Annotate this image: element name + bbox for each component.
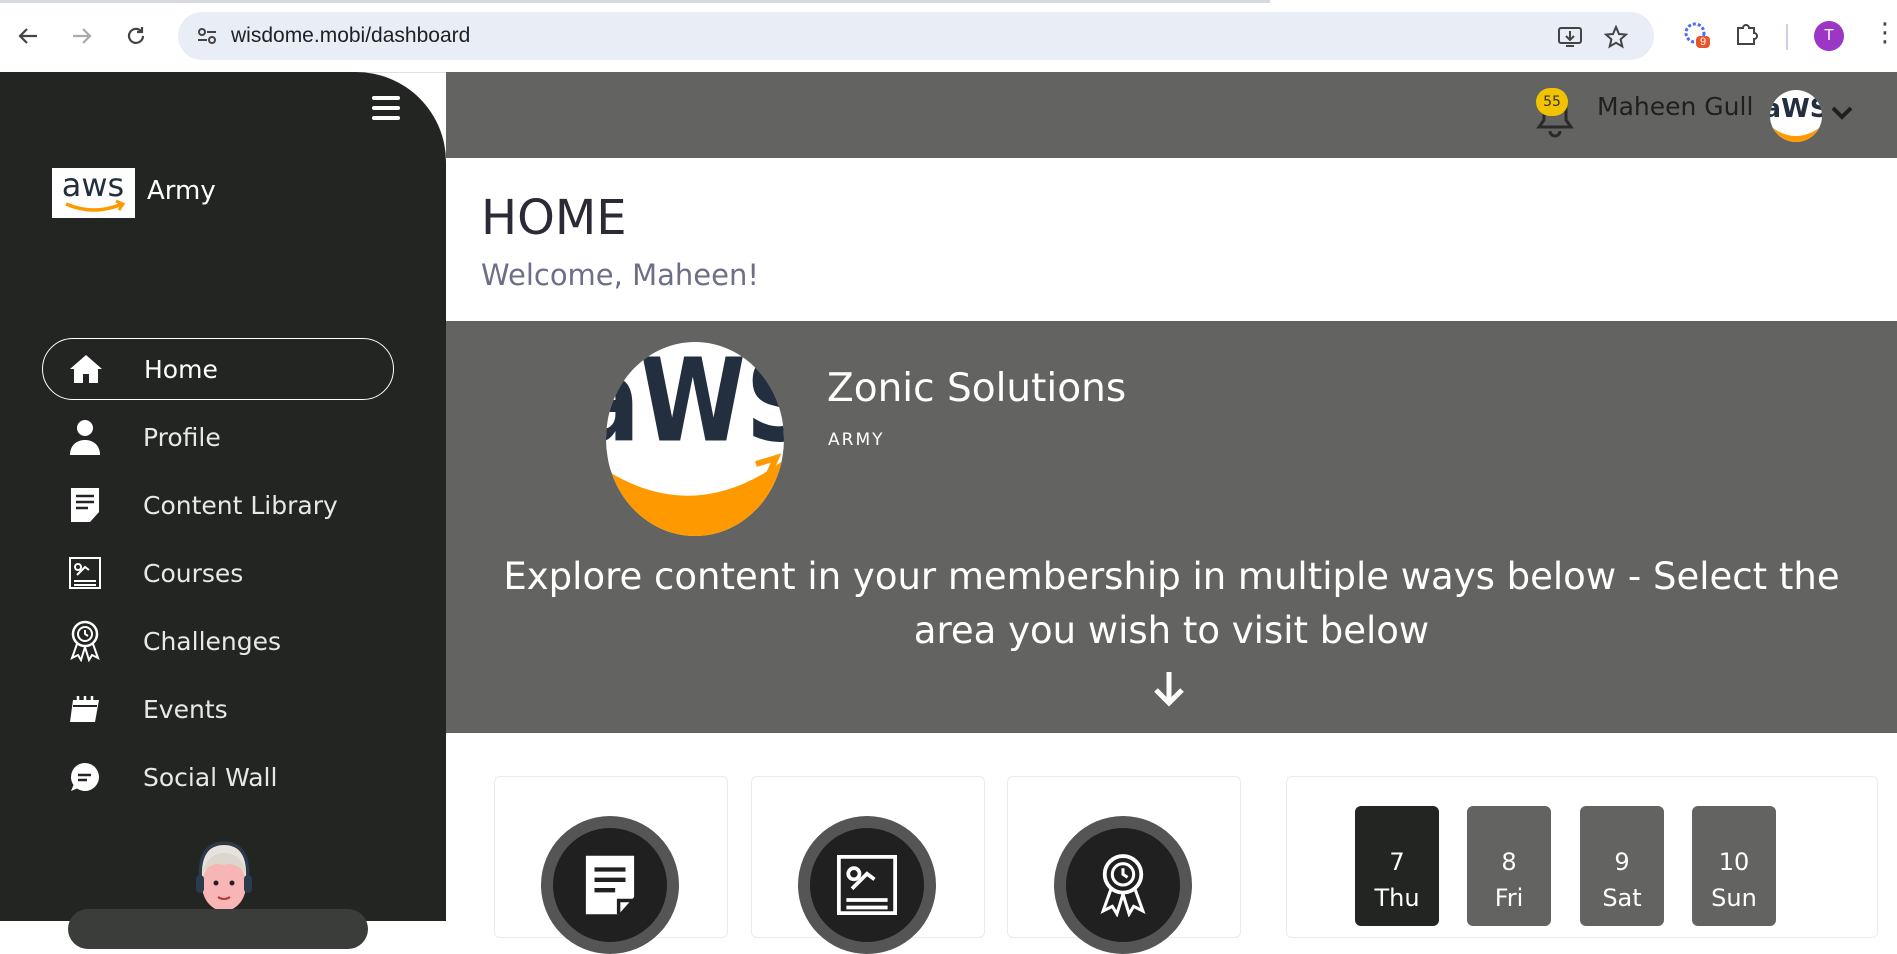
user-name[interactable]: Maheen Gull [1597,92,1753,121]
sidebar-item-label: Profile [143,422,221,452]
notification-badge: 55 [1536,88,1568,116]
sidebar-item-label: Events [143,694,228,724]
chat-bubble-icon [68,760,102,794]
welcome-text: Welcome, Maheen! [481,258,759,292]
svg-text:aws: aws [62,168,124,204]
hamburger-menu-icon[interactable] [372,96,400,120]
sidebar-item-label: Content Library [143,490,338,520]
card-icon-circle [541,816,679,954]
sidebar-item-events[interactable]: Events [42,678,394,740]
sidebar-item-label: Challenges [143,626,282,656]
arrow-right-icon [73,28,92,44]
sidebar-item-social-wall[interactable]: Social Wall [42,746,394,808]
sidebar-item-courses[interactable]: Courses [42,542,394,604]
extensions-puzzle-icon[interactable] [1733,20,1763,50]
arrow-down-icon [1154,672,1184,707]
browser-toolbar: wisdome.mobi/dashboard 9 T ⋮ [0,0,1897,73]
assistant-chat-pill[interactable] [68,909,368,949]
day-name: Sat [1602,884,1642,912]
calendar-icon [68,692,102,726]
sidebar-item-home[interactable]: Home [42,338,394,400]
chevron-down-icon[interactable] [1830,104,1854,122]
sidebar-menu: Home Profile Content Library Courses Cha… [42,338,394,814]
card-icon-circle [798,816,936,954]
toolbar-separator [1786,24,1788,50]
sidebar-item-label: Courses [143,558,244,588]
extension-icon[interactable]: 9 [1682,20,1712,50]
brand-logo[interactable]: aws [52,166,135,218]
reload-button[interactable] [118,18,154,54]
home-icon [69,352,103,386]
card-icon-circle [1054,816,1192,954]
calendar-day[interactable]: 8 Fri [1467,806,1551,926]
install-app-icon[interactable] [1557,24,1583,50]
award-ribbon-icon [1100,854,1146,917]
organization-subtitle: ARMY [828,430,885,450]
sidebar-item-profile[interactable]: Profile [42,406,394,468]
day-name: Sun [1711,884,1757,912]
courses-card[interactable] [751,776,985,954]
reload-icon [127,27,145,44]
sidebar-item-content-library[interactable]: Content Library [42,474,394,536]
page-title: HOME [481,190,627,246]
extension-badge: 9 [1696,36,1711,48]
user-icon [68,420,102,455]
calendar-day[interactable]: 9 Sat [1580,806,1664,926]
award-ribbon-icon [68,620,102,662]
day-name: Fri [1494,884,1524,912]
content-library-card[interactable] [494,776,728,954]
bookmark-star-icon[interactable] [1603,24,1629,50]
explore-instructions: Explore content in your membership in mu… [503,555,1840,652]
browser-profile-avatar[interactable]: T [1814,21,1844,51]
day-number: 8 [1501,848,1517,876]
organization-logo: aWS [606,342,784,536]
url-text[interactable]: wisdome.mobi/dashboard [231,24,470,48]
day-name: Thu [1374,884,1420,912]
course-board-icon [837,855,897,915]
challenges-card[interactable] [1007,776,1241,954]
user-avatar[interactable]: aWS [1770,90,1822,142]
svg-text:aWS: aWS [1770,94,1822,124]
arrow-left-icon [18,28,37,44]
sidebar-item-label: Social Wall [143,762,278,792]
document-icon [585,855,635,915]
site-settings-icon[interactable] [196,26,218,46]
calendar-day-selected[interactable]: 7 Thu [1355,806,1439,926]
day-number: 7 [1389,848,1405,876]
brand-name: Army [147,176,216,206]
tab-strip-edge [0,0,1270,3]
sidebar-item-label: Home [144,354,218,384]
address-bar[interactable]: wisdome.mobi/dashboard [178,12,1654,60]
organization-name: Zonic Solutions [827,366,1127,411]
course-board-icon [68,556,102,590]
day-number: 10 [1718,848,1750,876]
back-button[interactable] [10,18,46,54]
calendar-day[interactable]: 10 Sun [1692,806,1776,926]
document-icon [68,488,102,522]
sidebar-item-challenges[interactable]: Challenges [42,610,394,672]
browser-menu-icon[interactable]: ⋮ [1872,18,1897,48]
sidebar: aws Army Home Profile Content Library Co… [0,72,446,949]
day-number: 9 [1614,848,1630,876]
forward-button[interactable] [64,18,100,54]
